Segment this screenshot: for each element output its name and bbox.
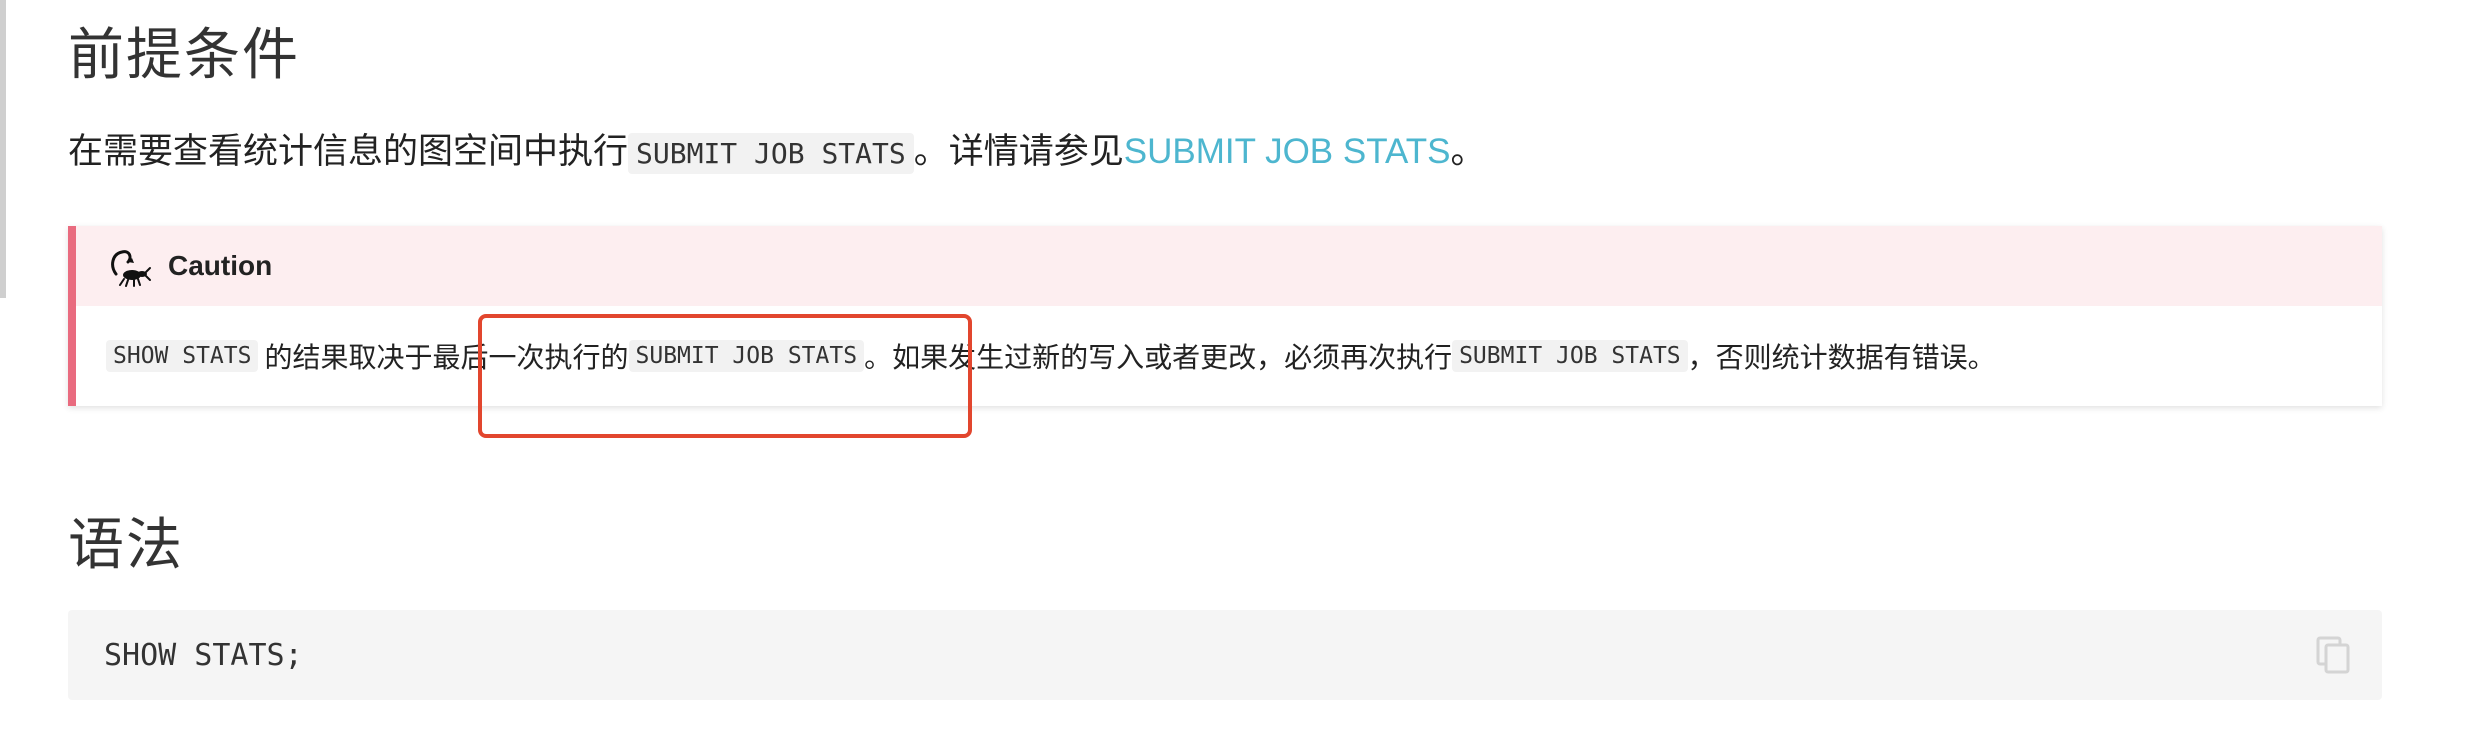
heading-syntax: 语法 <box>68 513 184 578</box>
inline-code: SUBMIT JOB STATS <box>628 133 914 174</box>
caution-header: Caution <box>76 226 2382 306</box>
caution-text: ，否则统计数据有错误。 <box>1687 342 1996 373</box>
caution-title: Caution <box>168 250 273 281</box>
copy-icon[interactable] <box>2316 636 2352 674</box>
scorpion-icon <box>111 250 151 287</box>
left-scroll-rule <box>0 0 6 298</box>
code-block: SHOW STATS; <box>68 610 2382 700</box>
prerequisite-paragraph: 在需要查看统计信息的图空间中执行 SUBMIT JOB STATS 。详情请参见SU… <box>68 126 1485 180</box>
annotation-highlight-box <box>478 314 972 438</box>
submit-job-stats-link[interactable]: SUBMIT JOB STATS <box>1124 132 1451 171</box>
caution-admonition: Caution SHOW STATS 的结果取决于最后一次执行的 SUBMIT JO… <box>68 226 2382 406</box>
intro-text-middle: 。详情请参见 <box>913 132 1124 171</box>
intro-text-after: 。 <box>1450 132 1486 171</box>
intro-text-before: 在需要查看统计信息的图空间中执行 <box>68 132 629 171</box>
caution-body: SHOW STATS 的结果取决于最后一次执行的 SUBMIT JOB STATS。… <box>76 306 2382 406</box>
inline-code: SHOW STATS <box>106 340 259 372</box>
inline-code: SUBMIT JOB STATS <box>1452 340 1688 372</box>
heading-prerequisites: 前提条件 <box>68 23 300 88</box>
code-content: SHOW STATS; <box>104 637 303 673</box>
